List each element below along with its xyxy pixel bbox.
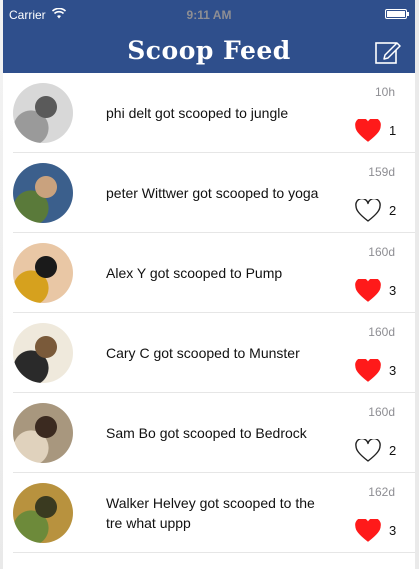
like-count: 1 (389, 123, 397, 138)
timestamp: 10h (374, 85, 395, 99)
like-count: 2 (389, 443, 397, 458)
like-count: 3 (389, 363, 397, 378)
list-item[interactable]: peter Wittwer got scooped to yoga 159d 2 (3, 153, 415, 233)
timestamp: 160d (368, 325, 395, 339)
window-edge-right (415, 0, 419, 569)
avatar[interactable] (13, 483, 73, 543)
feed-message: Cary C got scooped to Munster (106, 345, 300, 361)
clock: 9:11 AM (186, 8, 232, 22)
timestamp: 159d (368, 165, 395, 179)
feed-message: Sam Bo got scooped to Bedrock (106, 425, 307, 441)
avatar[interactable] (13, 163, 73, 223)
status-bar: Carrier 9:11 AM (3, 0, 415, 30)
timestamp: 160d (368, 405, 395, 419)
feed-message: peter Wittwer got scooped to yoga (106, 185, 319, 201)
list-item[interactable]: Sam Bo got scooped to Bedrock 160d 2 (3, 393, 415, 473)
heart-outline-icon[interactable] (355, 439, 381, 463)
like-count: 3 (389, 523, 397, 538)
heart-filled-icon[interactable] (355, 279, 381, 303)
feed-message: Walker Helvey got scooped to the tre wha… (106, 495, 315, 531)
timestamp: 160d (368, 245, 395, 259)
list-item[interactable]: Walker Helvey got scooped to the tre wha… (3, 473, 415, 553)
phone-screen: Carrier 9:11 AM Scoop Feed phi delt got … (3, 0, 415, 569)
feed-message: Alex Y got scooped to Pump (106, 265, 283, 281)
feed-message: phi delt got scooped to jungle (106, 105, 289, 121)
heart-filled-icon[interactable] (355, 519, 381, 543)
heart-filled-icon[interactable] (355, 119, 381, 143)
list-item[interactable]: Alex Y got scooped to Pump 160d 3 (3, 233, 415, 313)
heart-outline-icon[interactable] (355, 199, 381, 223)
avatar[interactable] (13, 83, 73, 143)
avatar[interactable] (13, 323, 73, 383)
compose-icon[interactable] (375, 40, 401, 64)
like-count: 2 (389, 203, 397, 218)
avatar[interactable] (13, 403, 73, 463)
battery-icon (385, 9, 409, 19)
avatar[interactable] (13, 243, 73, 303)
page-title: Scoop Feed (127, 36, 291, 65)
list-item[interactable]: phi delt got scooped to jungle 10h 1 (3, 73, 415, 153)
heart-filled-icon[interactable] (355, 359, 381, 383)
timestamp: 162d (368, 485, 395, 499)
row-divider (13, 552, 415, 553)
list-item[interactable]: Cary C got scooped to Munster 160d 3 (3, 313, 415, 393)
like-count: 3 (389, 283, 397, 298)
nav-bar: Carrier 9:11 AM Scoop Feed (3, 0, 415, 73)
